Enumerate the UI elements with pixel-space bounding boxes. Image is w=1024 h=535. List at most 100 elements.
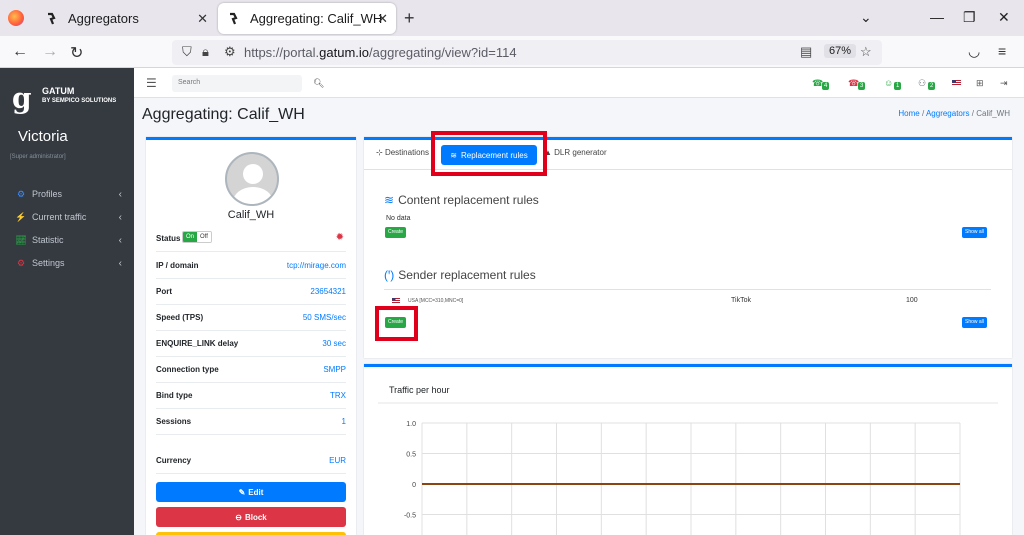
- create-sender-rule-button[interactable]: Create: [385, 317, 407, 328]
- sidebar-item-profiles[interactable]: ⚙ Profiles ‹: [0, 183, 134, 205]
- settings-icon: ⚙: [16, 257, 26, 268]
- y-tick-label: 0: [412, 482, 416, 489]
- tab-dlr-generator[interactable]: ▲ DLR generator: [544, 148, 607, 157]
- notification-badge: 2: [928, 82, 936, 90]
- firefox-icon[interactable]: [8, 10, 24, 26]
- rule-sender: TikTok: [731, 297, 751, 304]
- sitemap-icon: ⊹: [376, 148, 383, 157]
- hamburger-menu-icon[interactable]: ☰: [146, 76, 157, 90]
- gatum-logo-icon: g: [12, 82, 32, 115]
- row-value[interactable]: 1: [342, 417, 346, 426]
- profile-card: Calif_WH Status On Off ✹ IP / domain tcp…: [146, 137, 356, 535]
- pocket-icon[interactable]: ◡: [968, 43, 980, 60]
- back-icon[interactable]: ←: [12, 43, 28, 61]
- rules-card: ⊹ Destinations ≋ Replacement rules ▲ DLR…: [364, 137, 1012, 358]
- breadcrumb-aggregators[interactable]: Aggregators: [926, 109, 970, 118]
- divider: [384, 289, 991, 290]
- us-flag-icon[interactable]: [952, 78, 961, 88]
- no-data-text: No data: [386, 215, 411, 222]
- users-icon[interactable]: ☺: [884, 78, 893, 88]
- row-value[interactable]: TRX: [330, 391, 346, 400]
- chevron-left-icon: ‹: [118, 257, 122, 269]
- zoom-level[interactable]: 67%: [824, 44, 857, 58]
- info-row-speed: Speed (TPS) 50 SMS/sec: [156, 305, 346, 331]
- tab-title: Aggregating: Calif_WH: [250, 11, 383, 26]
- top-navbar: ☰ Search 🔍︎ ☎ 4 ☎ 3 ☺ 1 ⚇ 2 ⊞ ⇥: [134, 68, 1024, 98]
- breadcrumb-current: Calif_WH: [976, 109, 1010, 118]
- tab-label: Destinations: [384, 148, 429, 157]
- car-icon: ▲: [544, 148, 552, 157]
- close-tab-icon[interactable]: ✕: [197, 11, 208, 27]
- support-icon[interactable]: ⚇: [918, 78, 926, 89]
- sender-rules-heading: (ꞌ) Sender replacement rules: [384, 268, 536, 282]
- rules-tabs: ⊹ Destinations ≋ Replacement rules ▲ DLR…: [364, 140, 1012, 170]
- toggle-on[interactable]: On: [183, 232, 198, 242]
- profile-name: Calif_WH: [227, 209, 275, 221]
- address-bar[interactable]: ⛉ 🔒︎ ⚙ https://portal.gatum.io/aggregati…: [172, 40, 882, 65]
- search-input[interactable]: Search 🔍︎: [172, 75, 324, 92]
- new-tab-icon[interactable]: +: [404, 8, 415, 29]
- fullscreen-icon[interactable]: ⊞: [976, 78, 984, 89]
- row-value[interactable]: SMPP: [323, 365, 346, 374]
- sidebar-item-statistic[interactable]: 📈︎ Statistic ‹: [0, 229, 134, 251]
- create-content-rule-button[interactable]: Create: [385, 227, 407, 238]
- antenna-icon: (ꞌ): [384, 268, 395, 282]
- brand-logo[interactable]: g GATUM BY SEMPICO SOLUTIONS: [10, 82, 130, 122]
- menu-icon[interactable]: ≡: [998, 43, 1006, 59]
- forward-icon[interactable]: →: [42, 43, 58, 61]
- edit-label: Edit: [248, 487, 264, 497]
- block-button[interactable]: ⊖ Block: [156, 507, 346, 527]
- browser-tab-bar: Aggregators ✕ Aggregating: Calif_WH ✕ + …: [0, 0, 1024, 36]
- info-row-currency: Currency EUR: [156, 448, 346, 474]
- tab-destinations[interactable]: ⊹ Destinations: [376, 148, 429, 157]
- row-value[interactable]: EUR: [329, 456, 346, 465]
- close-tab-icon[interactable]: ✕: [377, 11, 388, 27]
- permissions-icon[interactable]: ⚙: [224, 44, 236, 60]
- brand-name: GATUM: [42, 86, 75, 96]
- status-row: Status On Off ✹: [156, 226, 346, 252]
- traffic-icon: ⚡: [15, 211, 27, 222]
- breadcrumb-home[interactable]: Home: [898, 109, 919, 118]
- section-title: Sender replacement rules: [398, 268, 536, 282]
- restore-icon[interactable]: ❐: [963, 9, 976, 26]
- minimize-icon[interactable]: —: [930, 9, 944, 25]
- gatum-favicon-icon: [226, 11, 242, 27]
- row-value[interactable]: 30 sec: [322, 339, 346, 348]
- lock-icon[interactable]: 🔒︎: [202, 44, 209, 60]
- sidebar-item-label: Current traffic: [32, 212, 87, 222]
- info-row-bind-type: Bind type TRX: [156, 383, 346, 409]
- sidebar-item-settings[interactable]: ⚙ Settings ‹: [0, 252, 134, 274]
- status-indicator-icon: ✹: [335, 232, 344, 243]
- logout-icon[interactable]: ⇥: [1000, 78, 1008, 89]
- tab-replacement-rules[interactable]: ≋ Replacement rules: [441, 145, 537, 165]
- y-tick-label: -0.5: [404, 513, 416, 520]
- chevron-left-icon: ‹: [118, 234, 122, 246]
- row-value[interactable]: 50 SMS/sec: [303, 313, 346, 322]
- sidebar-item-label: Statistic: [32, 235, 64, 245]
- row-value[interactable]: tcp://mirage.com: [287, 261, 346, 270]
- row-label: Sessions: [156, 417, 192, 426]
- edit-button[interactable]: ✎ Edit: [156, 482, 346, 502]
- reader-view-icon[interactable]: ▤: [800, 44, 812, 60]
- browser-tab-aggregators[interactable]: Aggregators ✕: [36, 3, 216, 34]
- user-name[interactable]: Victoria: [18, 128, 68, 145]
- notification-badge: 3: [858, 82, 866, 90]
- reload-icon[interactable]: ↻: [70, 43, 83, 63]
- block-icon: ⊖: [235, 512, 242, 522]
- wifi-icon: ≋: [384, 193, 395, 207]
- toggle-off[interactable]: Off: [197, 232, 211, 242]
- show-all-content-button[interactable]: Show all: [962, 227, 987, 238]
- browser-tab-calif-wh[interactable]: Aggregating: Calif_WH ✕: [218, 3, 396, 34]
- row-label: Speed (TPS): [156, 313, 204, 322]
- bookmark-star-icon[interactable]: ☆: [860, 44, 872, 60]
- close-window-icon[interactable]: ✕: [998, 9, 1010, 26]
- url-text[interactable]: https://portal.gatum.io/aggregating/view…: [244, 45, 517, 60]
- row-value[interactable]: 23654321: [310, 287, 346, 296]
- info-row-ip: IP / domain tcp://mirage.com: [156, 253, 346, 279]
- sidebar-item-current-traffic[interactable]: ⚡ Current traffic ‹: [0, 206, 134, 228]
- shield-icon[interactable]: ⛉: [182, 44, 192, 60]
- status-toggle[interactable]: On Off: [182, 231, 212, 243]
- search-icon[interactable]: 🔍︎: [313, 78, 324, 89]
- show-all-sender-button[interactable]: Show all: [962, 317, 987, 328]
- tab-list-chevron-icon[interactable]: ⌄: [860, 9, 872, 26]
